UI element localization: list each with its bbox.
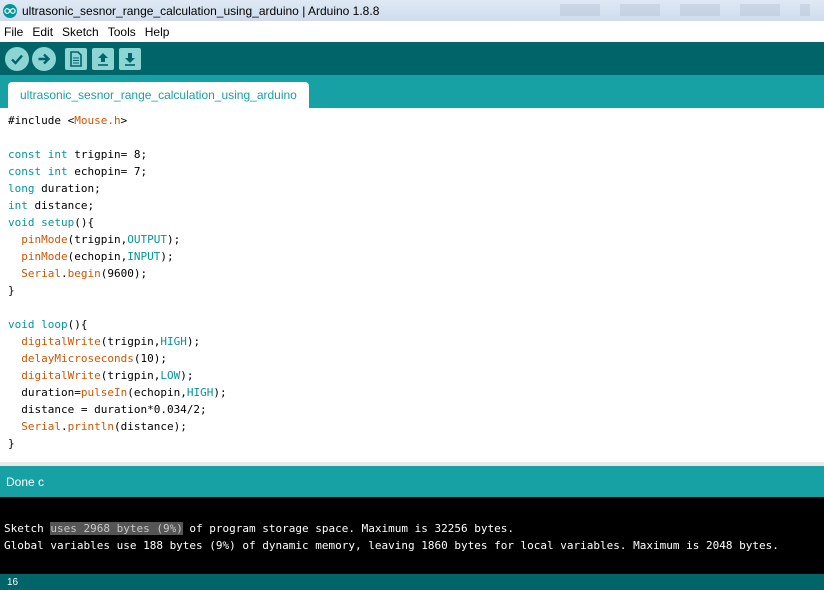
code-line: Serial.println(distance); xyxy=(21,420,187,433)
status-bar: Done c xyxy=(0,466,824,497)
code-line: const int trigpin= 8; xyxy=(8,148,148,161)
open-icon xyxy=(98,53,108,66)
code-line: } xyxy=(8,284,15,297)
new-icon xyxy=(70,51,82,67)
code-line: pinMode(trigpin,OUTPUT); xyxy=(21,233,181,246)
code-text[interactable]: #include <Mouse.h> const int trigpin= 8;… xyxy=(8,112,227,452)
menu-bar: File Edit Sketch Tools Help xyxy=(0,21,824,42)
code-line: Serial.begin(9600); xyxy=(21,267,148,280)
code-line: } xyxy=(8,437,15,450)
console-selection: uses 2968 bytes (9%) xyxy=(50,522,183,535)
menu-sketch[interactable]: Sketch xyxy=(58,25,104,39)
console-line-1-start: Sketch xyxy=(4,522,51,535)
code-line: digitalWrite(trigpin,LOW); xyxy=(21,369,194,382)
console-line-2: Global variables use 188 bytes (9%) of d… xyxy=(4,539,779,552)
menu-edit[interactable]: Edit xyxy=(28,25,58,39)
code-line: void loop(){ xyxy=(8,318,88,331)
title-bar: ultrasonic_sesnor_range_calculation_usin… xyxy=(0,0,824,21)
status-message: Done c xyxy=(6,474,45,489)
save-button[interactable] xyxy=(119,48,141,70)
menu-help[interactable]: Help xyxy=(141,25,175,39)
toolbar xyxy=(0,42,824,75)
window-title: ultrasonic_sesnor_range_calculation_usin… xyxy=(22,3,380,18)
code-line: const int echopin= 7; xyxy=(8,165,148,178)
tab-sketch[interactable]: ultrasonic_sesnor_range_calculation_usin… xyxy=(8,82,309,108)
open-button[interactable] xyxy=(92,48,114,70)
arduino-logo-icon xyxy=(3,3,17,18)
code-line: void setup(){ xyxy=(8,216,95,229)
code-line: duration=pulseIn(echopin,HIGH); xyxy=(8,386,227,399)
line-number: 16 xyxy=(7,576,19,588)
code-line: long duration; xyxy=(8,182,101,195)
menu-tools[interactable]: Tools xyxy=(104,25,141,39)
title-bar-background xyxy=(560,4,810,16)
code-line: distance = duration*0.034/2; xyxy=(8,403,207,416)
verify-icon xyxy=(11,54,23,65)
new-sketch-button[interactable] xyxy=(65,48,87,70)
code-line: delayMicroseconds(10); xyxy=(21,352,167,365)
code-editor[interactable]: #include <Mouse.h> const int trigpin= 8;… xyxy=(0,108,824,462)
code-line: digitalWrite(trigpin,HIGH); xyxy=(21,335,201,348)
save-icon xyxy=(125,53,135,66)
upload-button[interactable] xyxy=(32,47,56,71)
code-line: #include <Mouse.h> xyxy=(8,114,128,127)
verify-button[interactable] xyxy=(5,47,29,71)
code-line: pinMode(echopin,INPUT); xyxy=(21,250,174,263)
console-line-1: Sketch uses 2968 bytes (9%) of program s… xyxy=(4,522,514,535)
tab-strip: ultrasonic_sesnor_range_calculation_usin… xyxy=(0,75,824,108)
menu-file[interactable]: File xyxy=(0,25,28,39)
console-output[interactable]: Sketch uses 2968 bytes (9%) of program s… xyxy=(0,497,824,574)
console-line-1-end: of program storage space. Maximum is 322… xyxy=(182,522,514,535)
bottom-bar: 16 xyxy=(0,574,824,590)
upload-icon xyxy=(38,53,51,65)
code-line: int distance; xyxy=(8,199,95,212)
